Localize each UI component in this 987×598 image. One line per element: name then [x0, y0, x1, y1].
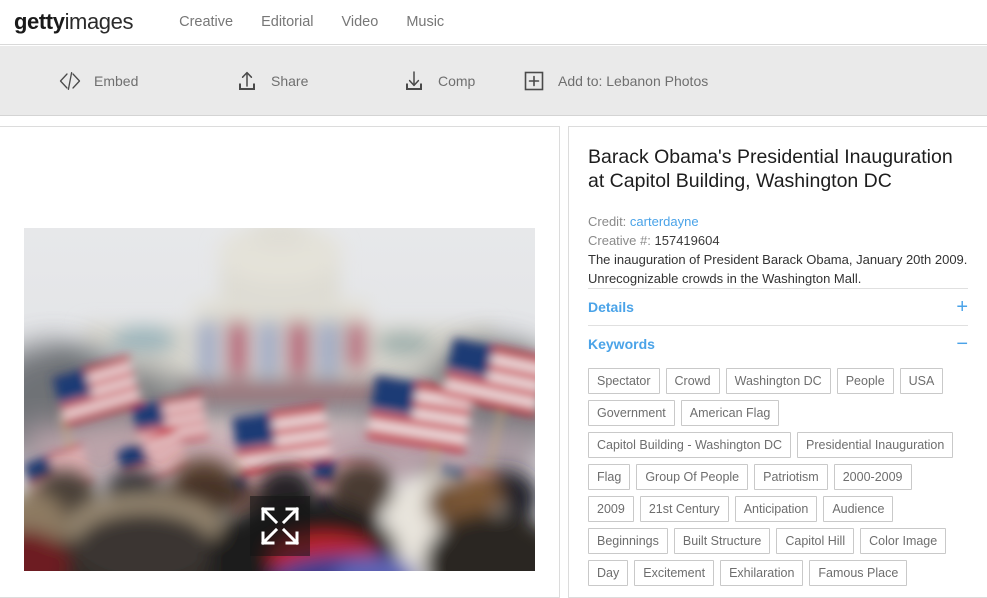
download-icon	[406, 71, 422, 90]
accordion-details-title: Details	[588, 299, 634, 315]
embed-button[interactable]: Embed	[57, 46, 138, 116]
keyword-tag[interactable]: Washington DC	[725, 368, 831, 394]
add-to-collection-button[interactable]: Add to: Lebanon Photos	[521, 46, 708, 116]
comp-button[interactable]: Comp	[401, 46, 475, 116]
keyword-tag[interactable]: Day	[588, 560, 629, 586]
plus-box-icon	[524, 71, 544, 91]
keyword-tag[interactable]: Crowd	[665, 368, 720, 394]
action-toolbar: Embed Share Comp Add to: Lebanon Photos	[0, 46, 987, 116]
image-title: Barack Obama's Presidential Inauguration…	[588, 146, 953, 192]
keyword-tag[interactable]: Spectator	[588, 368, 660, 394]
keyword-tag[interactable]: Beginnings	[588, 528, 668, 554]
details-panel: Barack Obama's Presidential Inauguration…	[568, 126, 987, 598]
creative-number-row: Creative #: 157419604	[588, 231, 968, 250]
keyword-tag[interactable]: USA	[899, 368, 944, 394]
creative-number-value: 157419604	[654, 233, 720, 248]
nav-link-video[interactable]: Video	[341, 14, 378, 30]
keyword-tag[interactable]: Excitement	[634, 560, 715, 586]
keyword-tag[interactable]: Built Structure	[673, 528, 771, 554]
accordion-keywords[interactable]: Keywords −	[588, 325, 968, 362]
keyword-list: Spectator Crowd Washington DC People USA Gove…	[588, 368, 969, 592]
keyword-tag[interactable]: People	[836, 368, 894, 394]
image-metadata: Credit: carterdayne Creative #: 15741960…	[588, 212, 968, 288]
keyword-tag[interactable]: Patriotism	[754, 464, 828, 490]
nav-links: Creative Editorial Video Music	[179, 14, 472, 30]
keyword-tag[interactable]: Audience	[823, 496, 894, 522]
keyword-tag[interactable]: Color Image	[860, 528, 947, 554]
keyword-tag[interactable]: Presidential Inauguration	[797, 432, 954, 458]
accordion-keywords-title: Keywords	[588, 336, 655, 352]
comp-label: Comp	[438, 73, 476, 89]
creative-number-label: Creative #:	[588, 233, 651, 248]
keyword-tag[interactable]: Exhilaration	[720, 560, 804, 586]
description-line-2: Unrecognizable crowds in the Washington …	[588, 271, 862, 286]
main-photo[interactable]	[24, 228, 535, 571]
keyword-tag[interactable]: Group Of People	[636, 464, 749, 490]
share-upload-icon	[239, 71, 255, 90]
keyword-tag[interactable]: 21st Century	[639, 496, 729, 522]
description-line-1: The inauguration of President Barack Oba…	[588, 252, 968, 267]
nav-link-editorial[interactable]: Editorial	[261, 14, 313, 30]
logo-light-text: images	[64, 9, 134, 34]
keyword-tag[interactable]: Famous Place	[809, 560, 908, 586]
keyword-tag[interactable]: American Flag	[680, 400, 780, 426]
keyword-tag[interactable]: Anticipation	[734, 496, 818, 522]
embed-label: Embed	[94, 73, 139, 89]
plus-icon: +	[956, 296, 968, 318]
nav-link-creative[interactable]: Creative	[179, 14, 233, 30]
add-to-collection-label: Add to: Lebanon Photos	[558, 73, 709, 89]
getty-images-logo[interactable]: gettyimages	[14, 11, 133, 33]
minus-icon: −	[956, 333, 968, 355]
code-brackets-icon	[59, 71, 81, 91]
credit-link[interactable]: carterdayne	[630, 214, 699, 229]
accordion-details[interactable]: Details +	[588, 288, 968, 325]
inauguration-photo-graphic	[24, 228, 535, 571]
logo-bold-text: getty	[14, 9, 65, 34]
keyword-tag[interactable]: 2000-2009	[833, 464, 912, 490]
keyword-tag[interactable]: Capitol Hill	[776, 528, 855, 554]
credit-row: Credit: carterdayne	[588, 212, 968, 231]
getty-image-detail-page: gettyimages Creative Editorial Video Mus…	[0, 0, 987, 598]
share-button[interactable]: Share	[234, 46, 308, 116]
keyword-tag[interactable]: Government	[588, 400, 675, 426]
share-label: Share	[271, 73, 309, 89]
credit-label: Credit:	[588, 214, 627, 229]
image-panel	[0, 126, 560, 598]
keyword-tag[interactable]: Flag	[588, 464, 631, 490]
keyword-tag[interactable]: Capitol Building - Washington DC	[588, 432, 792, 458]
nav-link-music[interactable]: Music	[406, 14, 444, 30]
keyword-tag[interactable]: 2009	[588, 496, 634, 522]
top-navigation-bar: gettyimages Creative Editorial Video Mus…	[0, 0, 987, 45]
